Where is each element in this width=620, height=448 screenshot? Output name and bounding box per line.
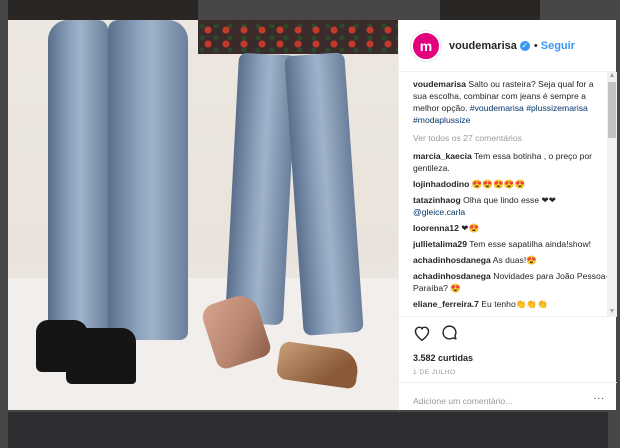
comment-username[interactable]: achadinhosdanega [413, 271, 491, 281]
comment-mention[interactable]: @gleice.carla [413, 207, 465, 217]
post-photo[interactable] [8, 20, 398, 410]
post-sidebar: m voudemarisa ✓ • Seguir voudemarisa Sal… [398, 20, 617, 410]
comment-text: Olha que lindo esse ❤❤ [463, 195, 556, 205]
comment-username[interactable]: achadinhosdanega [413, 255, 491, 265]
comment-username[interactable]: lojinhadodino [413, 179, 469, 189]
view-all-comments-link[interactable]: Ver todos os 27 comentários [413, 132, 609, 144]
background-thumbnail [440, 0, 540, 22]
scroll-thumb[interactable] [608, 82, 616, 138]
separator-dot: • [533, 39, 538, 52]
background-thumbnail [8, 0, 198, 22]
add-comment-input[interactable] [413, 396, 583, 406]
comment-username[interactable]: jullietalima29 [413, 239, 467, 249]
comments-list: voudemarisa Salto ou rasteira? Seja qual… [399, 72, 609, 316]
comment-icon[interactable] [441, 324, 458, 346]
comment-username[interactable]: tatazinhaog [413, 195, 461, 205]
post-date[interactable]: 1 DE JULHO [413, 369, 603, 376]
more-icon[interactable]: ... [594, 391, 605, 402]
scroll-down-arrow-icon[interactable]: ▼ [608, 308, 616, 316]
comment-item: marcia_kaecia Tem essa botinha , o preço… [413, 150, 609, 174]
photo-leg [108, 20, 188, 340]
follow-button[interactable]: Seguir [541, 40, 575, 52]
post-modal: m voudemarisa ✓ • Seguir voudemarisa Sal… [8, 20, 617, 410]
likes-count[interactable]: 3.582 curtidas [413, 353, 603, 363]
scroll-up-arrow-icon[interactable]: ▲ [608, 72, 616, 80]
comment-text: Eu tenho👏👏👏 [481, 299, 548, 309]
comment-text: 😍😍😍😍😍 [471, 179, 526, 189]
comment-username[interactable]: marcia_kaecia [413, 151, 472, 161]
photo-leg [48, 20, 108, 340]
caption: voudemarisa Salto ou rasteira? Seja qual… [413, 78, 609, 126]
add-comment-bar: ... [399, 382, 617, 410]
comments-scrollbar[interactable]: ▲ ▼ [607, 72, 617, 316]
action-icons [413, 325, 603, 345]
comment-username[interactable]: eliane_ferreira.7 [413, 299, 479, 309]
caption-username[interactable]: voudemarisa [413, 79, 466, 89]
comment-text: ❤😍 [461, 223, 480, 233]
avatar[interactable]: m [411, 30, 441, 61]
comment-text: As duas!😍 [492, 255, 537, 265]
post-header: m voudemarisa ✓ • Seguir [399, 20, 616, 72]
comment-item: eliane_ferreira.7 Eu tenho👏👏👏 [413, 298, 609, 310]
photo-shirt [198, 20, 398, 54]
comment-item: loorenna12 ❤😍 [413, 222, 609, 234]
photo-boot [66, 328, 136, 384]
comment-username[interactable]: loorenna12 [413, 223, 459, 233]
background-thumbnail-row [8, 412, 608, 448]
verified-icon: ✓ [519, 40, 530, 51]
comment-item: jullietalima29 Tem esse sapatilha ainda!… [413, 238, 609, 250]
heart-icon[interactable] [413, 325, 431, 346]
comment-item: achadinhosdanega As duas!😍 [413, 254, 609, 266]
comment-item: tatazinhaog Olha que lindo esse ❤❤ @gleic… [413, 194, 609, 218]
comment-item: lojinhadodino 😍😍😍😍😍 [413, 178, 609, 190]
username-link[interactable]: voudemarisa [449, 40, 517, 52]
comment-text: Tem esse sapatilha ainda!show! [469, 239, 592, 249]
comment-item: achadinhosdanega Novidades para João Pes… [413, 270, 609, 294]
